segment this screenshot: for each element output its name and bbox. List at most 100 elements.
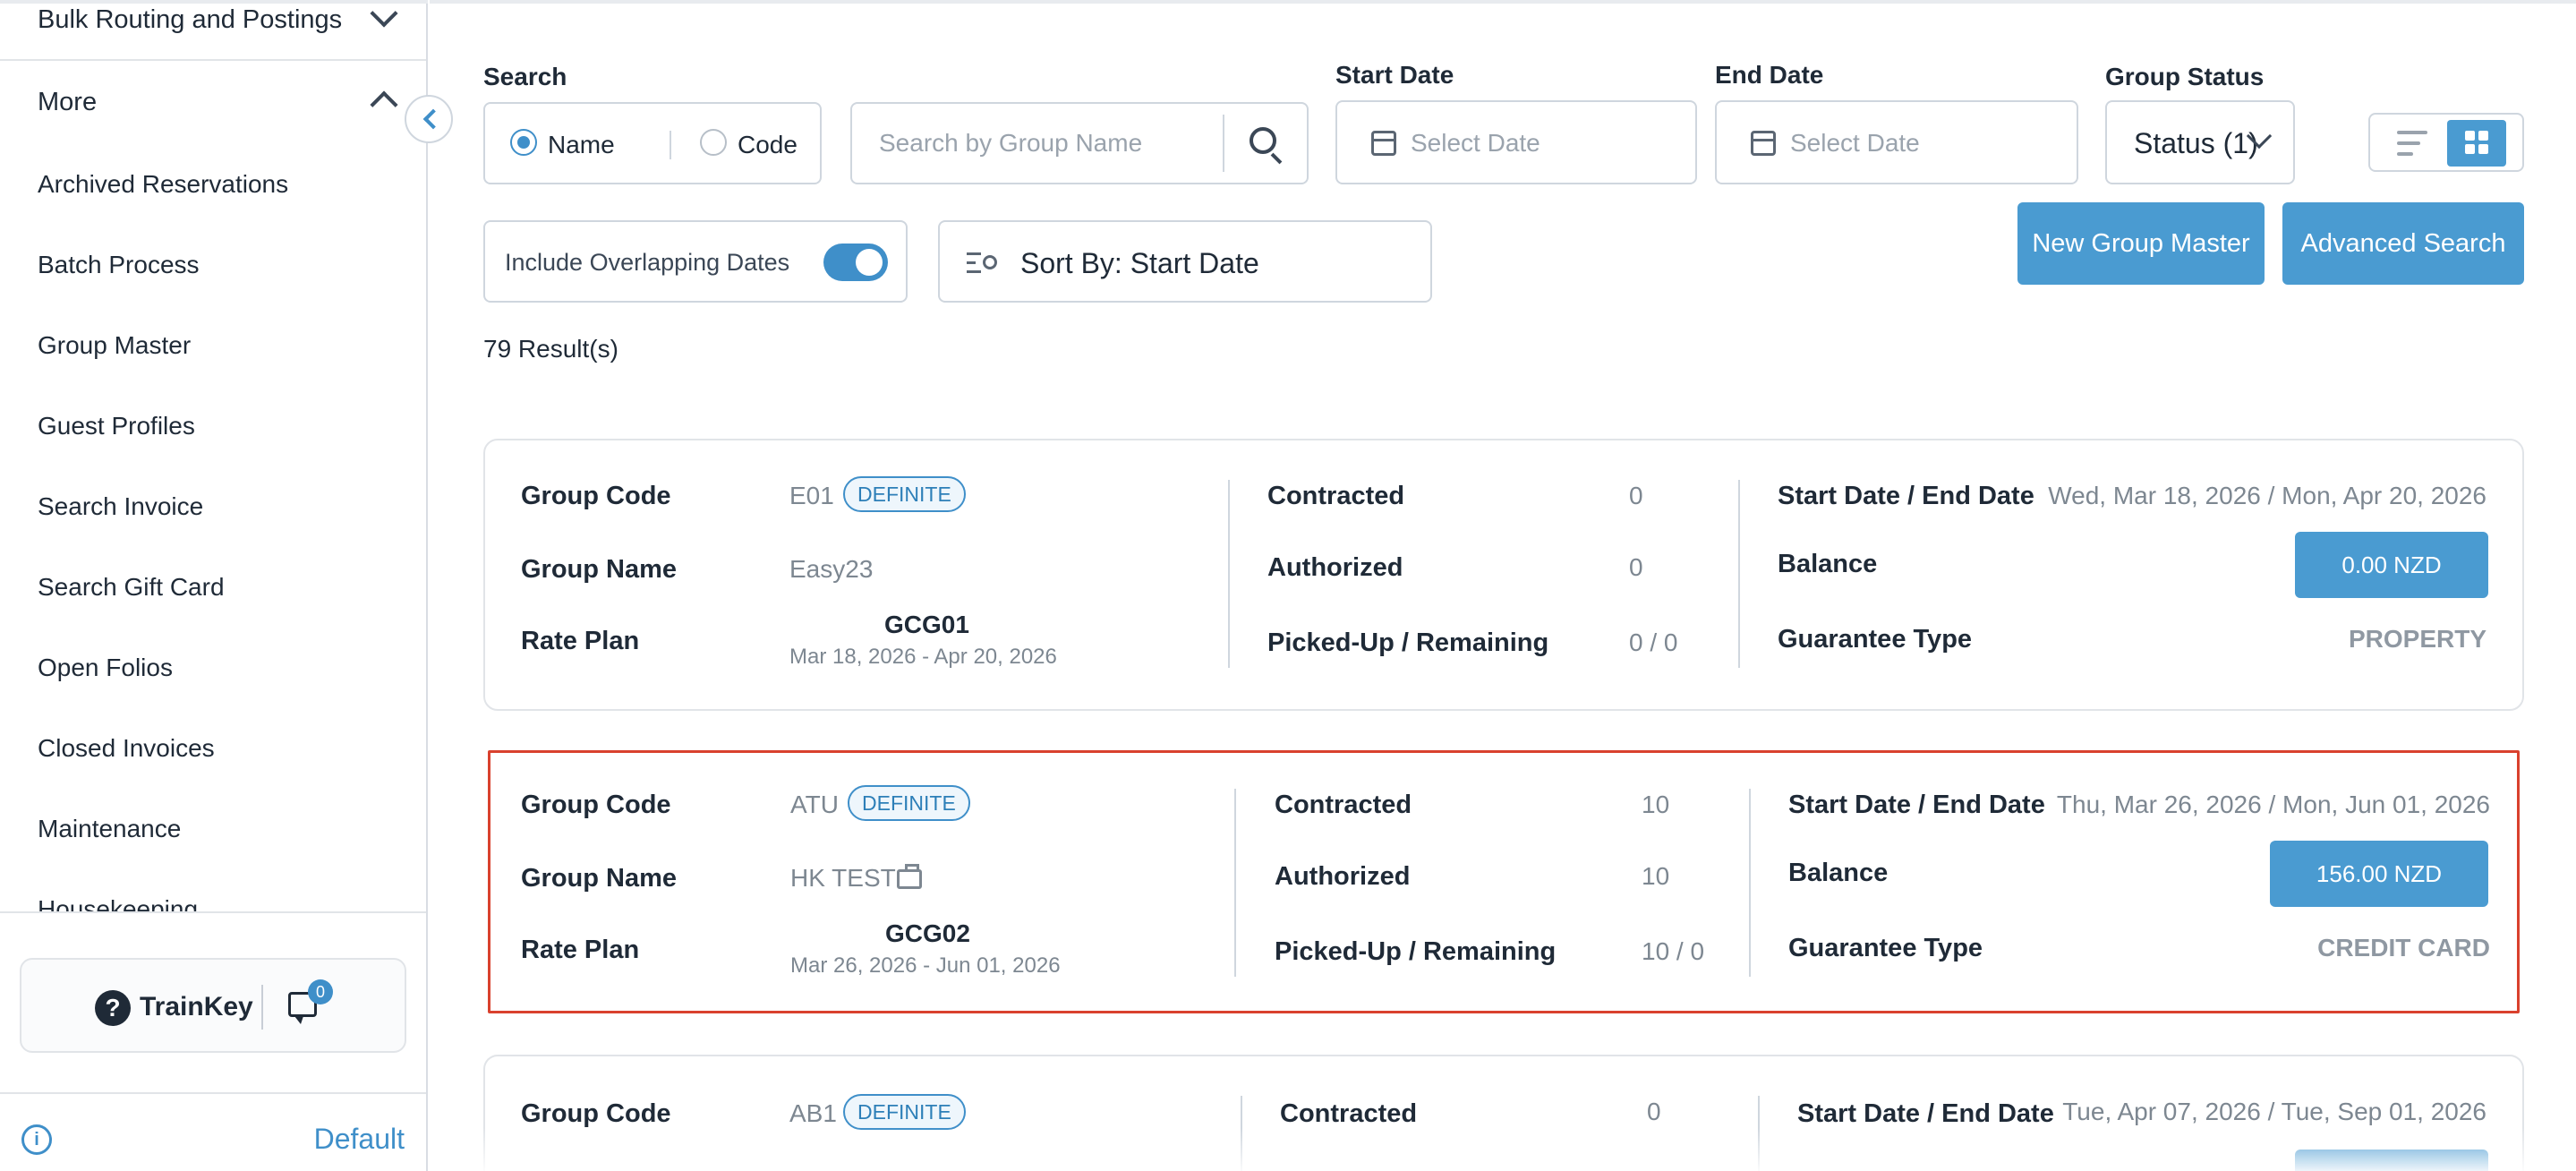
contracted-label: Contracted <box>1280 1099 1418 1128</box>
end-date-placeholder: Select Date <box>1790 129 1920 157</box>
sidebar-divider <box>0 59 426 61</box>
sidebar-item-open-folios[interactable]: Open Folios <box>38 654 173 682</box>
group-name-label: Group Name <box>521 864 678 893</box>
help-icon[interactable]: ? <box>95 990 131 1026</box>
start-date-placeholder: Select Date <box>1411 129 1540 157</box>
start-end-label: Start Date / End Date <box>1788 791 2045 819</box>
status-badge: DEFINITE <box>848 785 970 821</box>
sidebar-item-more[interactable]: More <box>38 88 97 117</box>
authorized-label: Authorized <box>1267 553 1403 582</box>
sidebar-item-maintenance[interactable]: Maintenance <box>38 815 181 843</box>
advanced-search-button[interactable]: Advanced Search <box>2282 202 2524 285</box>
search-divider <box>1223 115 1224 172</box>
trainkey-divider <box>261 985 263 1030</box>
balance-button[interactable]: 156.00 NZD <box>2270 841 2488 907</box>
contracted-value: 10 <box>1642 791 1670 818</box>
group-name-value: Easy23 <box>789 555 874 583</box>
radio-name[interactable] <box>510 129 537 156</box>
sidebar-divider <box>0 1092 426 1094</box>
card-divider <box>1738 480 1740 668</box>
group-name-label: Group Name <box>521 555 678 584</box>
info-icon[interactable]: i <box>21 1124 52 1155</box>
calendar-icon <box>1371 131 1396 156</box>
picked-up-label: Picked-Up / Remaining <box>1275 937 1557 966</box>
picked-up-value: 10 / 0 <box>1642 937 1705 965</box>
sidebar-item-search-invoice[interactable]: Search Invoice <box>38 492 203 521</box>
scroll-fade <box>430 1128 2576 1171</box>
rate-plan-dates: Mar 18, 2026 - Apr 20, 2026 <box>789 645 1057 669</box>
sidebar-item-closed-invoices[interactable]: Closed Invoices <box>38 734 215 763</box>
search-input-box: Search by Group Name <box>850 102 1309 184</box>
guarantee-value: CREDIT CARD <box>2317 934 2490 962</box>
sidebar-item-search-gift-card[interactable]: Search Gift Card <box>38 573 225 602</box>
end-date-field[interactable]: Select Date <box>1715 100 2078 184</box>
start-end-value: Tue, Apr 07, 2026 / Tue, Sep 01, 2026 <box>2062 1098 2486 1125</box>
search-input[interactable]: Search by Group Name <box>879 129 1142 158</box>
group-code-value: ATU <box>790 791 839 818</box>
radio-divider <box>670 131 671 159</box>
card-divider <box>1749 789 1751 977</box>
start-end-value: Thu, Mar 26, 2026 / Mon, Jun 01, 2026 <box>2056 791 2490 818</box>
group-status-select[interactable]: Status (1) <box>2105 100 2295 184</box>
authorized-value: 10 <box>1642 862 1670 890</box>
start-date-field[interactable]: Select Date <box>1335 100 1697 184</box>
sidebar-item-archived-reservations[interactable]: Archived Reservations <box>38 170 288 199</box>
contracted-label: Contracted <box>1267 482 1405 510</box>
trainkey-label[interactable]: TrainKey <box>140 992 253 1022</box>
grid-view-icon[interactable] <box>2447 120 2506 167</box>
view-toggle <box>2368 113 2524 172</box>
overlap-toggle[interactable] <box>823 244 888 281</box>
rate-plan-code: GCG02 <box>885 919 970 947</box>
start-end-value: Wed, Mar 18, 2026 / Mon, Apr 20, 2026 <box>2048 482 2486 509</box>
sidebar-item-housekeeping[interactable]: Housekeeping <box>38 895 198 911</box>
radio-code[interactable] <box>700 129 727 156</box>
contracted-value: 0 <box>1629 482 1643 509</box>
sidebar-top-border <box>0 0 428 4</box>
balance-label: Balance <box>1778 550 1878 578</box>
trainkey-panel: ? TrainKey 0 <box>20 958 406 1053</box>
rate-plan-code: GCG01 <box>884 611 969 638</box>
status-badge: DEFINITE <box>843 476 966 512</box>
guarantee-value: PROPERTY <box>2348 625 2486 653</box>
group-card[interactable]: Group Code E01 DEFINITE Group Name Easy2… <box>483 439 2524 711</box>
sort-label: Sort By: Start Date <box>1020 247 1259 279</box>
chevron-up-icon[interactable] <box>370 90 398 119</box>
authorized-label: Authorized <box>1275 862 1411 891</box>
sidebar-divider <box>0 911 426 913</box>
authorized-value: 0 <box>1629 553 1643 581</box>
contracted-value: 0 <box>1647 1098 1661 1125</box>
group-code-label: Group Code <box>521 482 671 510</box>
sort-select[interactable]: Sort By: Start Date <box>938 220 1432 303</box>
guarantee-label: Guarantee Type <box>1778 625 1973 654</box>
sidebar-item-batch-process[interactable]: Batch Process <box>38 251 200 279</box>
group-code-value: E01 <box>789 482 834 509</box>
sidebar-item-guest-profiles[interactable]: Guest Profiles <box>38 412 195 440</box>
guarantee-label: Guarantee Type <box>1788 934 1983 962</box>
main-top-border <box>430 0 2576 4</box>
sidebar-item-bulk-routing[interactable]: Bulk Routing and Postings <box>38 5 342 35</box>
end-date-label: End Date <box>1715 61 1824 89</box>
chevron-left-icon <box>422 108 444 130</box>
search-label: Search <box>483 63 567 90</box>
balance-button[interactable]: 0.00 NZD <box>2295 532 2488 598</box>
group-code-label: Group Code <box>521 1099 671 1128</box>
list-view-icon[interactable] <box>2397 131 2433 158</box>
overlap-label: Include Overlapping Dates <box>505 249 790 276</box>
default-link[interactable]: Default <box>314 1123 405 1156</box>
rate-plan-dates: Mar 26, 2026 - Jun 01, 2026 <box>790 953 1061 978</box>
collapse-sidebar-button[interactable] <box>405 95 453 143</box>
search-icon[interactable] <box>1250 127 1276 154</box>
start-end-label: Start Date / End Date <box>1797 1099 2054 1128</box>
group-card-selected[interactable]: Group Code ATU DEFINITE Group Name HK TE… <box>488 750 2520 1013</box>
new-group-master-button[interactable]: New Group Master <box>2017 202 2265 285</box>
chevron-down-icon[interactable] <box>370 0 398 28</box>
sort-icon <box>967 252 1002 274</box>
sidebar-item-group-master[interactable]: Group Master <box>38 331 191 360</box>
contracted-label: Contracted <box>1275 791 1412 819</box>
balance-label: Balance <box>1788 859 1889 887</box>
group-code-value: AB1 <box>789 1099 837 1127</box>
status-badge: DEFINITE <box>843 1094 966 1130</box>
calendar-icon <box>1751 131 1776 156</box>
radio-name-label[interactable]: Name <box>548 131 615 159</box>
radio-code-label[interactable]: Code <box>738 131 798 159</box>
